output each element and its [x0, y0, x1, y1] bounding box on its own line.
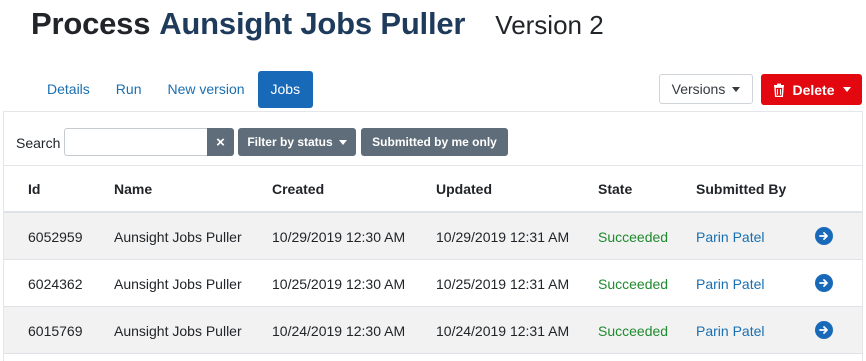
row-updated: 10/24/2019 12:31 AM	[436, 323, 570, 339]
tab-details[interactable]: Details	[34, 71, 103, 108]
row-name: Aunsight Jobs Puller	[114, 229, 242, 245]
column-header-created: Created	[272, 181, 325, 197]
row-submitted-by-link[interactable]: Parin Patel	[696, 276, 764, 292]
versions-button-label: Versions	[671, 81, 726, 97]
tab-run[interactable]: Run	[103, 71, 155, 108]
row-state: Succeeded	[598, 229, 669, 245]
table-row: 6024362 Aunsight Jobs Puller 10/25/2019 …	[4, 260, 862, 307]
arrow-circle-right-icon[interactable]	[815, 227, 833, 245]
clear-search-button[interactable]: ×	[207, 128, 234, 156]
arrow-circle-right-icon[interactable]	[815, 274, 833, 292]
process-name: Aunsight Jobs Puller	[159, 6, 466, 41]
submitted-by-me-button[interactable]: Submitted by me only	[361, 128, 508, 156]
row-name: Aunsight Jobs Puller	[114, 323, 242, 339]
row-updated: 10/25/2019 12:31 AM	[436, 276, 570, 292]
close-icon: ×	[216, 133, 225, 151]
submitted-by-me-label: Submitted by me only	[372, 135, 497, 149]
column-header-id: Id	[28, 181, 41, 197]
column-header-submitted-by: Submitted By	[696, 181, 787, 197]
row-id: 6024362	[28, 276, 83, 292]
column-header-name: Name	[114, 181, 153, 197]
filter-by-status-button[interactable]: Filter by status	[238, 128, 356, 156]
row-updated: 10/29/2019 12:31 AM	[436, 229, 570, 245]
table-row: 6052959 Aunsight Jobs Puller 10/29/2019 …	[4, 213, 862, 260]
column-header-state: State	[598, 181, 633, 197]
version-label: Version 2	[495, 10, 604, 40]
row-created: 10/24/2019 12:30 AM	[272, 323, 406, 339]
versions-button[interactable]: Versions	[659, 74, 753, 104]
delete-button-label: Delete	[792, 81, 835, 98]
row-id: 6015769	[28, 323, 83, 339]
tab-new-version[interactable]: New version	[154, 71, 257, 108]
row-submitted-by-link[interactable]: Parin Patel	[696, 229, 764, 245]
filter-by-status-label: Filter by status	[247, 135, 333, 149]
title-prefix: Process	[31, 6, 151, 41]
table-row: 6015769 Aunsight Jobs Puller 10/24/2019 …	[4, 307, 862, 354]
tab-bar: Details Run New version Jobs	[34, 71, 314, 108]
caret-down-icon	[842, 87, 851, 92]
row-state: Succeeded	[598, 276, 669, 292]
tab-jobs[interactable]: Jobs	[257, 71, 314, 108]
search-label: Search	[16, 135, 61, 151]
table-header: Id Name Created Updated State Submitted …	[4, 166, 862, 213]
row-created: 10/25/2019 12:30 AM	[272, 276, 406, 292]
search-input[interactable]	[64, 128, 207, 156]
row-created: 10/29/2019 12:30 AM	[272, 229, 406, 245]
caret-down-icon	[732, 86, 741, 92]
row-id: 6052959	[28, 229, 83, 245]
delete-button[interactable]: Delete	[761, 74, 862, 105]
row-submitted-by-link[interactable]: Parin Patel	[696, 323, 764, 339]
caret-down-icon	[338, 139, 347, 145]
arrow-circle-right-icon[interactable]	[815, 321, 833, 339]
trash-icon	[774, 83, 785, 97]
page-title: Process Aunsight Jobs Puller Version 2	[31, 6, 604, 42]
row-state: Succeeded	[598, 323, 669, 339]
column-header-updated: Updated	[436, 181, 492, 197]
row-name: Aunsight Jobs Puller	[114, 276, 242, 292]
